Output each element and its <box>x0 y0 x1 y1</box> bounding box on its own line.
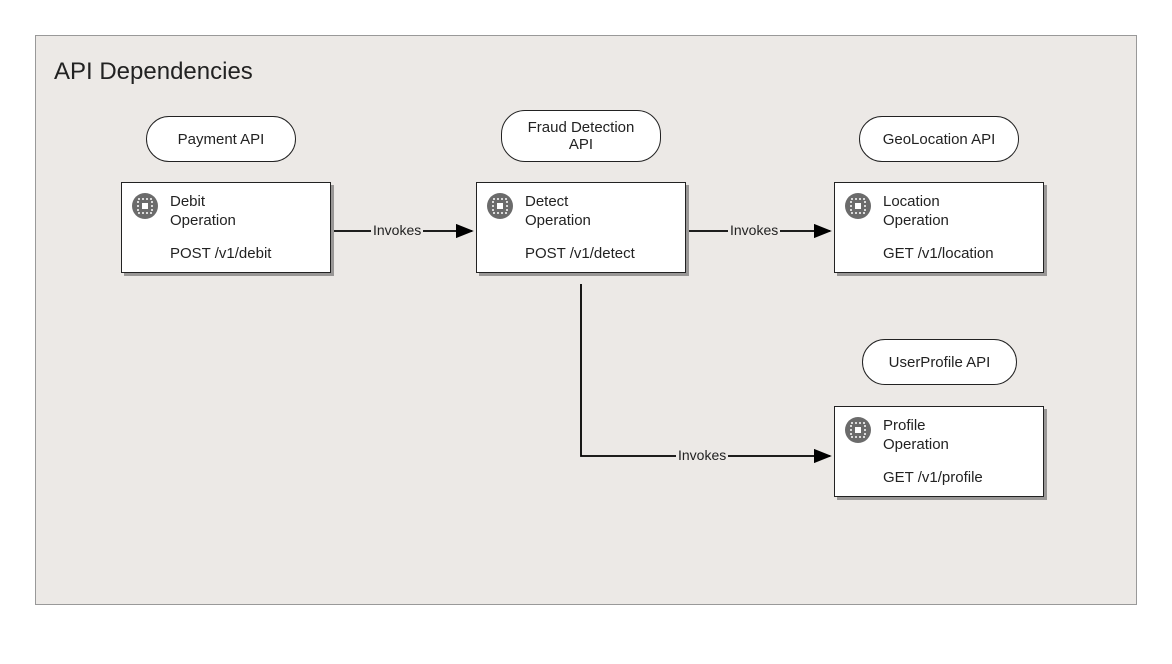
diagram-title: API Dependencies <box>54 58 253 86</box>
operation-title: Location Operation <box>883 193 1031 231</box>
api-label-payment: Payment API <box>146 116 296 162</box>
edge-label-invokes: Invokes <box>371 222 423 238</box>
api-label-geo: GeoLocation API <box>859 116 1019 162</box>
operation-endpoint: GET /v1/profile <box>883 469 1031 486</box>
api-operation-icon <box>487 193 513 219</box>
operation-endpoint: GET /v1/location <box>883 245 1031 262</box>
operation-card-location: Location Operation GET /v1/location <box>834 182 1044 273</box>
operation-endpoint: POST /v1/debit <box>170 245 318 262</box>
api-label-user: UserProfile API <box>862 339 1017 385</box>
operation-title: Debit Operation <box>170 193 318 231</box>
diagram-container: API Dependencies Payment API Fraud Detec… <box>35 35 1137 605</box>
operation-endpoint: POST /v1/detect <box>525 245 673 262</box>
edge-label-invokes: Invokes <box>676 447 728 463</box>
operation-title: Detect Operation <box>525 193 673 231</box>
operation-card-profile: Profile Operation GET /v1/profile <box>834 406 1044 497</box>
api-label-fraud: Fraud Detection API <box>501 110 661 162</box>
edge-label-invokes: Invokes <box>728 222 780 238</box>
api-operation-icon <box>845 193 871 219</box>
operation-card-detect: Detect Operation POST /v1/detect <box>476 182 686 273</box>
operation-card-debit: Debit Operation POST /v1/debit <box>121 182 331 273</box>
operation-title: Profile Operation <box>883 417 1031 455</box>
api-operation-icon <box>132 193 158 219</box>
api-operation-icon <box>845 417 871 443</box>
